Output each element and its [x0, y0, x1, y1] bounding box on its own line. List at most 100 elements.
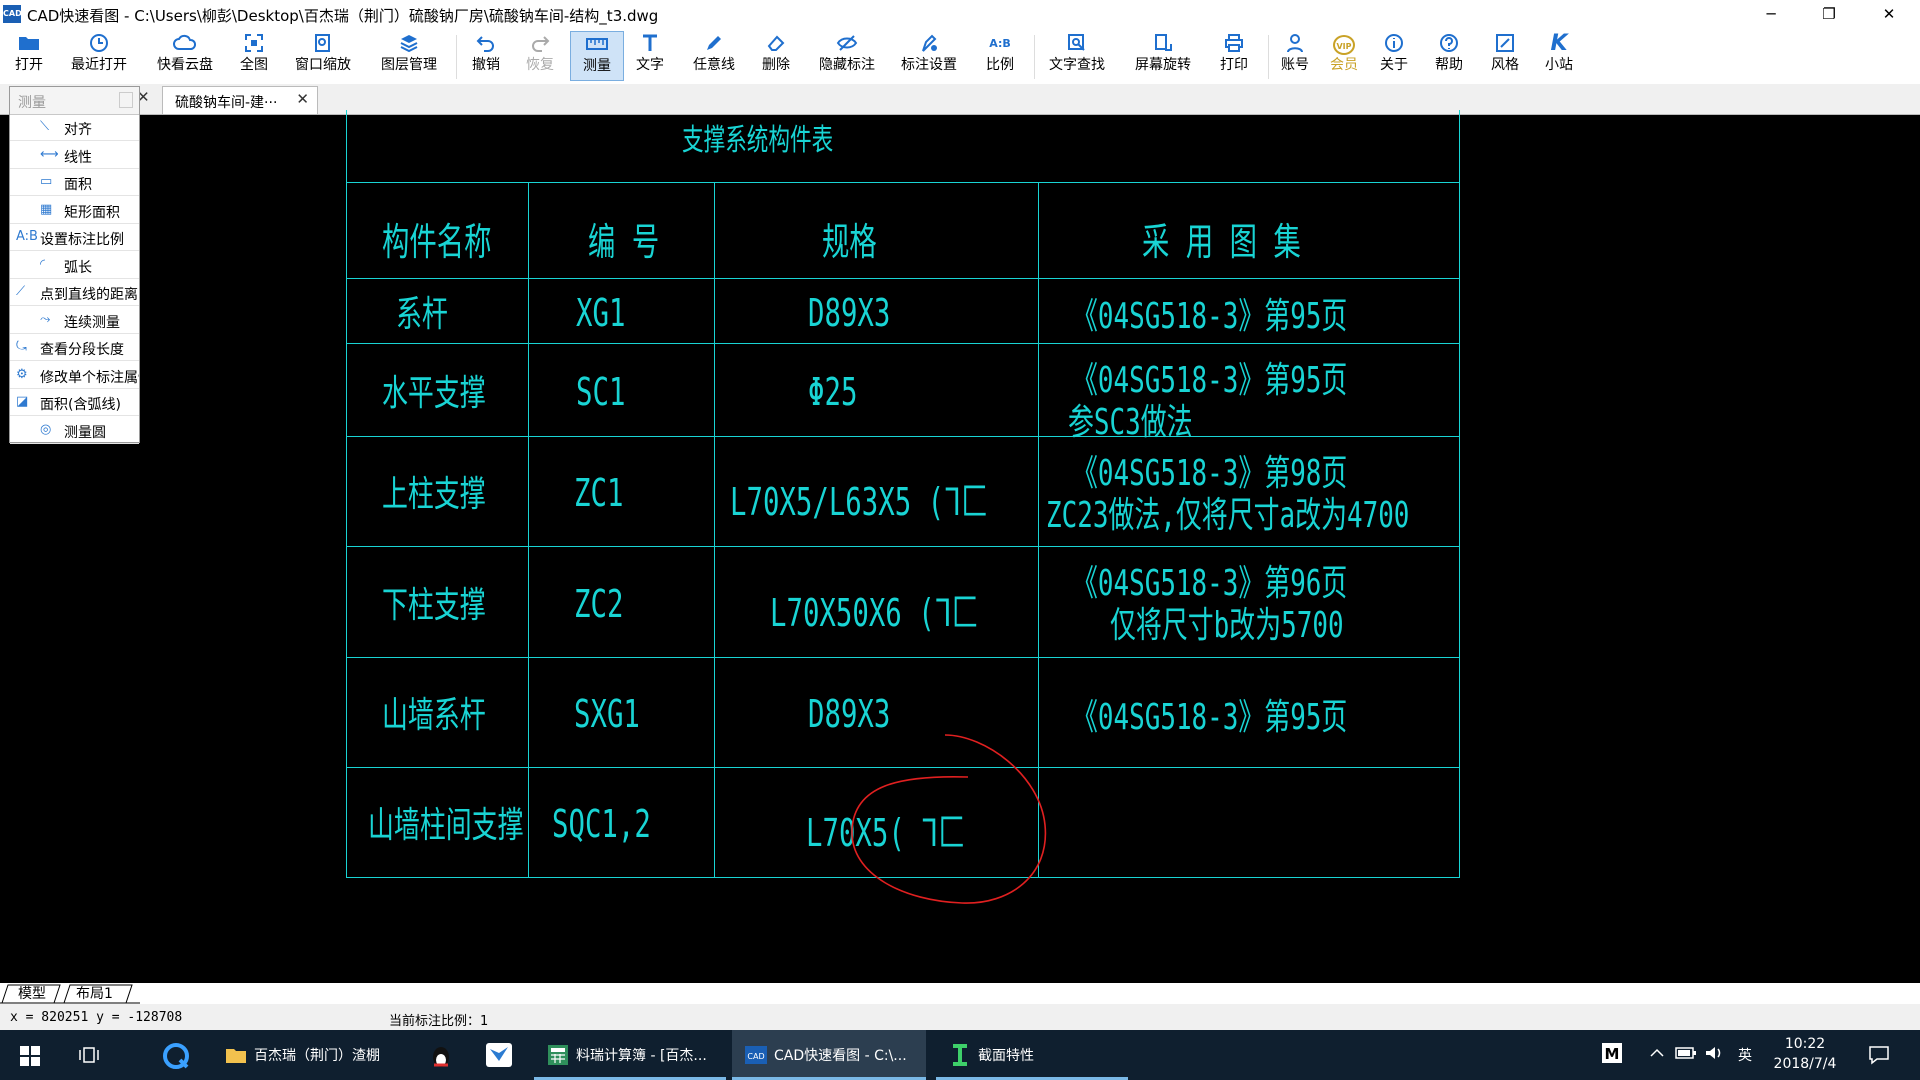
toolbar-open-button[interactable]: 打开: [6, 31, 52, 81]
measure-item[interactable]: A:B 设置标注比例: [10, 224, 139, 251]
toolbar-separator: [456, 35, 457, 79]
area-arc-icon: ◪: [16, 394, 29, 409]
scale-set-icon: A:B: [16, 229, 38, 244]
measure-item-label: 面积: [64, 177, 92, 193]
toolbar-scale-button[interactable]: A:B 比例: [980, 31, 1020, 81]
taskbar-app-section[interactable]: 截面特性: [936, 1030, 1128, 1080]
toolbar-site-button[interactable]: K 小站: [1539, 31, 1579, 81]
close-icon[interactable]: ✕: [296, 90, 309, 108]
toolbar-about-button[interactable]: 关于: [1374, 31, 1414, 81]
folder-icon: [6, 33, 52, 55]
measure-item[interactable]: ⟍ 对齐: [10, 114, 139, 141]
area-icon: ▭: [40, 174, 53, 189]
battery-icon[interactable]: [1675, 1045, 1697, 1065]
document-tab[interactable]: 硫酸钠车间-建··· ✕: [162, 86, 318, 114]
chevron-up-icon[interactable]: [1649, 1045, 1665, 1065]
toolbar-fullview-button[interactable]: 全图: [234, 31, 274, 81]
toolbar-measure-button[interactable]: 测量: [570, 31, 624, 81]
volume-icon[interactable]: [1704, 1045, 1724, 1065]
cloud-icon: [150, 33, 220, 55]
toolbar-print-button[interactable]: 打印: [1214, 31, 1254, 81]
rect-area-icon: ▦: [40, 201, 53, 217]
toolbar-hide-annotation-button[interactable]: 隐藏标注: [814, 31, 880, 81]
browser-taskbar-button[interactable]: [156, 1030, 196, 1080]
toolbar-layers-button[interactable]: 图层管理: [376, 31, 442, 81]
undo-icon: [466, 33, 506, 55]
linear-icon: ⟷: [40, 146, 59, 162]
ime-mode-icon[interactable]: M: [1601, 1042, 1623, 1068]
k-logo-icon: K: [1550, 31, 1568, 56]
toolbar-text-button[interactable]: 文字: [630, 31, 670, 81]
taskbar-app-folder[interactable]: 百杰瑞（荆门）渣棚: [212, 1030, 402, 1080]
svg-text:CAD: CAD: [747, 1052, 764, 1061]
toolbar-annotation-settings-button[interactable]: 标注设置: [896, 31, 962, 81]
measure-item[interactable]: ⤿ 查看分段长度: [10, 334, 139, 361]
taskbar-app-calculator[interactable]: 料瑞计算簿 - [百杰...: [534, 1030, 726, 1080]
measure-item[interactable]: ◜ 弧长: [10, 252, 139, 279]
toolbar-text-search-button[interactable]: 文字查找: [1042, 31, 1112, 81]
measure-item[interactable]: ◪ 面积(含弧线): [10, 389, 139, 416]
measure-item[interactable]: ⤳ 连续测量: [10, 307, 139, 334]
continuous-measure-icon: ⤳: [40, 311, 51, 327]
task-view-icon: [79, 1047, 99, 1063]
taskbar-app-cad[interactable]: CAD CAD快速看图 - C:\...: [732, 1030, 926, 1080]
fullview-icon: [234, 33, 274, 55]
eye-off-icon: [814, 33, 880, 55]
style-icon: [1485, 33, 1525, 55]
drawing-canvas[interactable]: 支撑系统构件表 构件名称编 号规格采 用 图 集系杆 XG1 D89X3 《04SG51…: [0, 110, 1920, 983]
edit-annotation-icon: ⚙: [16, 366, 28, 382]
qq-taskbar-button[interactable]: [420, 1030, 460, 1080]
toolbar-window-zoom-button[interactable]: 窗口缩放: [290, 31, 356, 81]
task-view-button[interactable]: [70, 1030, 110, 1080]
panel-pin-icon[interactable]: [119, 92, 133, 108]
toolbar-rotate-button[interactable]: 屏幕旋转: [1128, 31, 1198, 81]
measure-panel-header[interactable]: 测量: [10, 87, 139, 115]
restore-button[interactable]: ❐: [1806, 0, 1852, 29]
minimize-button[interactable]: ─: [1748, 0, 1794, 29]
arc-length-icon: ◜: [40, 256, 46, 272]
notification-icon[interactable]: [1868, 1045, 1890, 1069]
layout-tab-layout1[interactable]: 布局1: [76, 985, 113, 1003]
layout-tab-model[interactable]: 模型: [18, 985, 46, 1003]
vip-icon: VIP: [1324, 33, 1364, 55]
measure-item-label: 对齐: [64, 122, 92, 138]
measure-icon: [571, 34, 623, 56]
toolbar-separator: [1034, 35, 1035, 79]
toolbar-recent-button[interactable]: 最近打开: [64, 31, 134, 81]
main-toolbar: 打开 最近打开 快看云盘 全图 窗口缩放 图层管理 撤销 恢复 测量 文字 任意…: [0, 29, 1920, 84]
measure-panel: 测量 ⟍ 对齐 ⟷ 线性 ▭ 面积 ▦ 矩形面积 A:B 设置标注比例 ◜ 弧长 ⟋ 点到直线的距离 ⤳ 连续…: [9, 86, 140, 444]
system-clock[interactable]: 10:22 2018/7/4: [1770, 1034, 1840, 1074]
windows-taskbar: 百杰瑞（荆门）渣棚 料瑞计算簿 - [百杰... CAD CAD快速看图 - C…: [0, 1030, 1920, 1080]
status-bar: x = 820251 y = -128708 当前标注比例：1: [0, 1004, 1920, 1030]
rotate-icon: [1128, 33, 1198, 55]
toolbar-style-button[interactable]: 风格: [1485, 31, 1525, 81]
clock-date: 2018/7/4: [1773, 1056, 1837, 1072]
layout-tab-bar: 模型 布局1: [0, 983, 1920, 1004]
measure-item[interactable]: ▦ 矩形面积: [10, 197, 139, 224]
clock-time: 10:22: [1784, 1036, 1826, 1052]
toolbar-account-button[interactable]: 账号: [1275, 31, 1315, 81]
ime-language-indicator[interactable]: 英: [1738, 1045, 1752, 1065]
toolbar-help-button[interactable]: 帮助: [1429, 31, 1469, 81]
measure-item-label: 弧长: [64, 259, 92, 276]
measure-item[interactable]: ⚙ 修改单个标注属性: [10, 362, 139, 389]
measure-item[interactable]: ⟋ 点到直线的距离: [10, 279, 139, 306]
toolbar-vip-button[interactable]: VIP 会员: [1324, 31, 1364, 81]
toolbar-redo-button[interactable]: 恢复: [520, 31, 560, 81]
start-button[interactable]: [14, 1030, 48, 1080]
cad-icon: CAD: [745, 1046, 767, 1064]
measure-item[interactable]: ⟷ 线性: [10, 142, 139, 169]
toolbar-cloud-button[interactable]: 快看云盘: [150, 31, 220, 81]
close-button[interactable]: ✕: [1866, 0, 1912, 29]
toolbar-delete-button[interactable]: 删除: [756, 31, 796, 81]
measure-item[interactable]: ▭ 面积: [10, 169, 139, 196]
toolbar-freeline-button[interactable]: 任意线: [688, 31, 740, 81]
measure-item[interactable]: ◎ 测量圆: [10, 417, 139, 444]
text-icon: [630, 33, 670, 55]
measure-item-label: 矩形面积: [64, 204, 120, 221]
eraser-icon: [756, 33, 796, 55]
document-tab-label: 硫酸钠车间-建···: [175, 95, 278, 111]
bird-app-taskbar-button[interactable]: [478, 1030, 518, 1080]
toolbar-undo-button[interactable]: 撤销: [466, 31, 506, 81]
bird-icon: [486, 1043, 512, 1067]
